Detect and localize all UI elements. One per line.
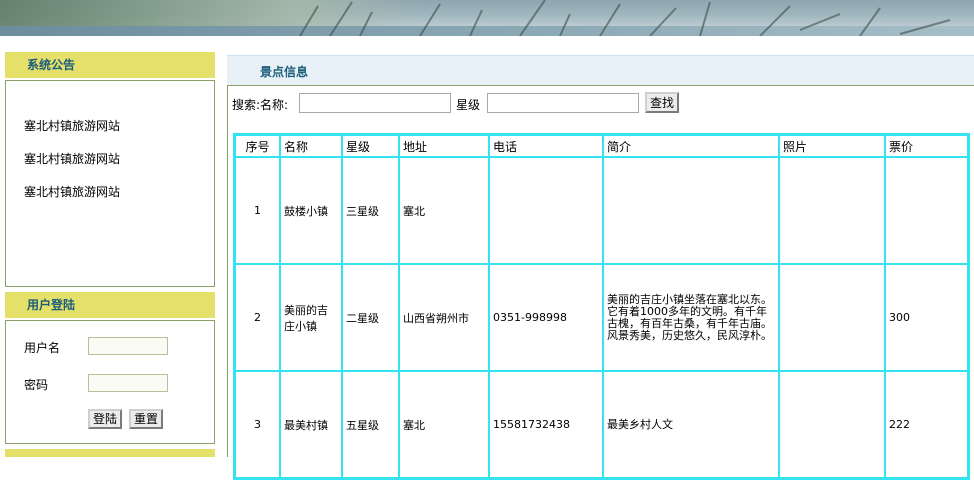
- cell-address: 山西省朔州市: [399, 264, 489, 371]
- col-header-no: 序号: [235, 135, 280, 157]
- username-input[interactable]: [88, 337, 168, 355]
- cell-address: 塞北: [399, 371, 489, 478]
- cell-star: 二星级: [342, 264, 399, 371]
- col-header-photo: 照片: [779, 135, 885, 157]
- cell-price: 300: [885, 264, 968, 371]
- main-header: 景点信息: [227, 55, 974, 85]
- cell-photo: [779, 371, 885, 478]
- search-name-input[interactable]: [299, 93, 451, 113]
- cell-no: 3: [235, 371, 280, 478]
- third-panel-title: [5, 449, 215, 457]
- col-header-phone: 电话: [489, 135, 603, 157]
- reset-button[interactable]: 重置: [129, 409, 164, 429]
- cell-price: 222: [885, 371, 968, 478]
- cell-name: 鼓楼小镇: [280, 157, 342, 264]
- login-button[interactable]: 登陆: [88, 409, 123, 429]
- notice-item[interactable]: 塞北村镇旅游网站: [24, 183, 120, 200]
- table-row[interactable]: 3 最美村镇 五星级 塞北 15581732438 最美乡村人文 222: [235, 371, 968, 478]
- search-button[interactable]: 查找: [645, 92, 680, 113]
- cell-star: 五星级: [342, 371, 399, 478]
- search-label: 搜索:名称:: [232, 98, 289, 112]
- notice-item[interactable]: 塞北村镇旅游网站: [24, 117, 120, 134]
- password-input[interactable]: [88, 374, 168, 392]
- notice-item[interactable]: 塞北村镇旅游网站: [24, 150, 120, 167]
- cell-name: 最美村镇: [280, 371, 342, 478]
- password-label: 密码: [24, 378, 49, 392]
- col-header-price: 票价: [885, 135, 968, 157]
- table-row[interactable]: 2 美丽的吉庄小镇 二星级 山西省朔州市 0351-998998 美丽的吉庄小镇…: [235, 264, 968, 371]
- col-header-address: 地址: [399, 135, 489, 157]
- cell-intro: 美丽的吉庄小镇坐落在塞北以东。它有着1000多年的文明。有千年古槐，有百年古桑，…: [603, 264, 779, 371]
- table-row[interactable]: 1 鼓楼小镇 三星级 塞北: [235, 157, 968, 264]
- col-header-star: 星级: [342, 135, 399, 157]
- cell-no: 1: [235, 157, 280, 264]
- cell-phone: 0351-998998: [489, 264, 603, 371]
- login-title: 用户登陆: [27, 298, 76, 312]
- cell-photo: [779, 157, 885, 264]
- col-header-name: 名称: [280, 135, 342, 157]
- cell-photo: [779, 264, 885, 371]
- cell-address: 塞北: [399, 157, 489, 264]
- cell-no: 2: [235, 264, 280, 371]
- cell-intro: [603, 157, 779, 264]
- login-panel-title: 用户登陆: [5, 292, 215, 318]
- notice-title: 系统公告: [27, 58, 76, 72]
- banner-image: [0, 0, 974, 36]
- cell-price: [885, 157, 968, 264]
- username-label: 用户名: [24, 341, 61, 355]
- scenic-table: 序号 名称 星级 地址 电话 简介 照片 票价 1 鼓楼小镇 三星级 塞北 2 …: [233, 133, 970, 480]
- cell-intro: 最美乡村人文: [603, 371, 779, 478]
- banner-branches: [299, 0, 951, 36]
- notice-panel-title: 系统公告: [5, 52, 215, 78]
- cell-name: 美丽的吉庄小镇: [280, 264, 342, 371]
- cell-star: 三星级: [342, 157, 399, 264]
- cell-phone: 15581732438: [489, 371, 603, 478]
- table-header-row: 序号 名称 星级 地址 电话 简介 照片 票价: [235, 135, 968, 157]
- main-title: 景点信息: [260, 65, 309, 79]
- cell-phone: [489, 157, 603, 264]
- search-star-input[interactable]: [487, 93, 639, 113]
- col-header-intro: 简介: [603, 135, 779, 157]
- star-label: 星级: [456, 98, 481, 112]
